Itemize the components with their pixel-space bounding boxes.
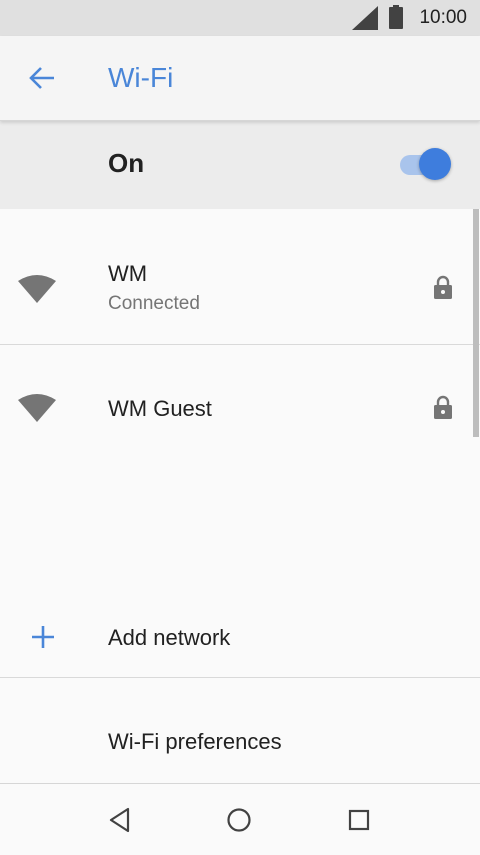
add-network-label: Add network [108,625,231,650]
signal-icon [352,6,378,30]
add-network-button[interactable]: Add network [0,600,480,676]
app-bar: Wi-Fi [0,36,480,121]
page-title: Wi-Fi [108,62,174,93]
lock-icon [434,275,452,299]
wifi-master-switch-row[interactable]: On [0,121,480,209]
lock-icon [434,395,452,419]
back-button[interactable] [18,56,66,100]
wifi-full-icon [18,394,56,422]
network-item-wm[interactable]: WM Connected [0,209,480,344]
nav-recents-icon [348,809,370,831]
wifi-full-icon [18,275,56,303]
status-time: 10:00 [419,7,467,28]
battery-icon [389,5,403,29]
wifi-preferences-item[interactable]: Wi-Fi preferences [0,678,480,782]
master-switch-label: On [108,148,145,178]
toggle-thumb[interactable] [419,148,451,180]
network-name: WM [108,261,148,286]
plus-icon [32,626,54,648]
nav-home-icon [227,808,251,832]
status-bar: 10:00 [0,0,480,36]
nav-back-button[interactable] [98,802,142,838]
scrollbar[interactable] [473,209,479,437]
nav-home-button[interactable] [217,802,261,838]
nav-recents-button[interactable] [337,802,381,838]
navigation-bar [0,783,480,855]
network-status: Connected [108,293,200,314]
network-name: WM Guest [108,396,212,421]
wifi-preferences-label: Wi-Fi preferences [108,729,282,754]
network-item-wm-guest[interactable]: WM Guest [0,345,480,475]
nav-back-icon [109,807,130,833]
arrow-back-icon [29,67,54,89]
